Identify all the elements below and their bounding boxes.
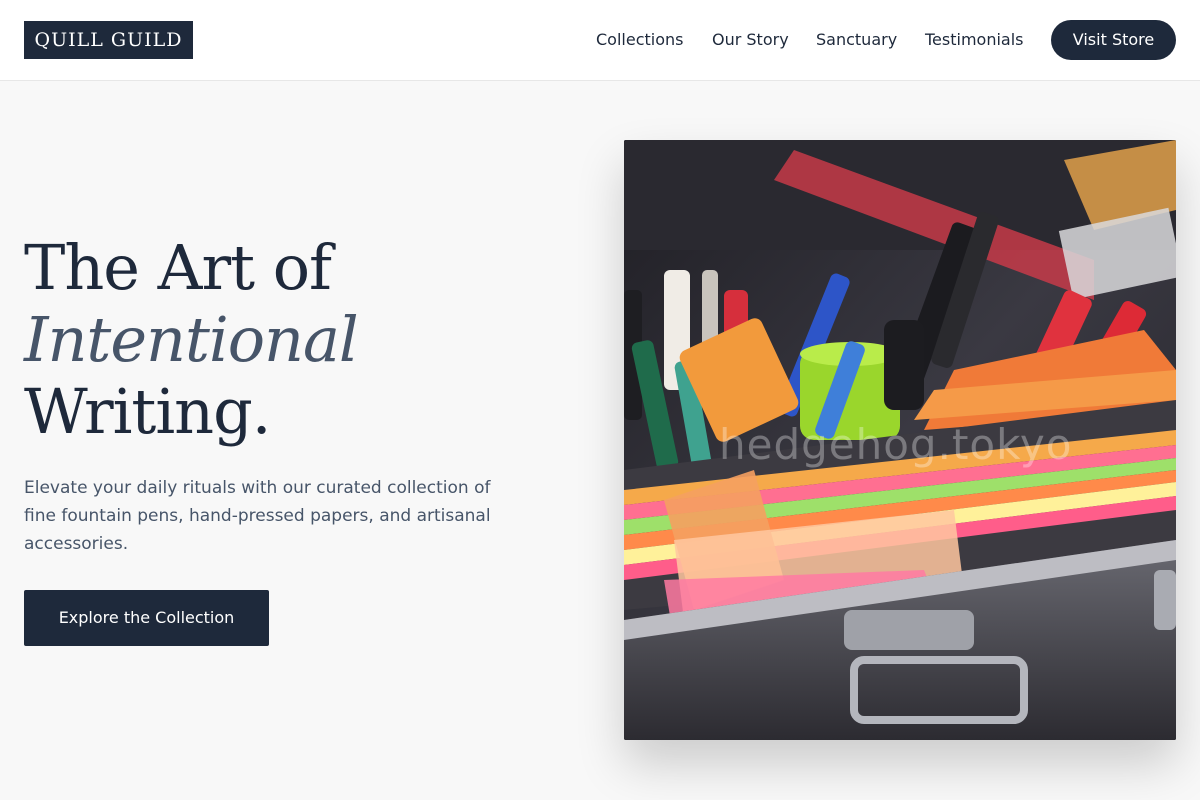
visit-store-button[interactable]: Visit Store <box>1051 20 1176 60</box>
hero-description: Elevate your daily rituals with our cura… <box>24 478 491 554</box>
nav-item-our-story[interactable]: Our Story <box>712 29 789 51</box>
hero-title-line-2: Intentional <box>24 303 359 376</box>
explore-collection-button[interactable]: Explore the Collection <box>24 590 269 646</box>
brand-logo[interactable]: QUILL GUILD <box>24 21 193 59</box>
site-header: QUILL GUILD Collections Our Story Sanctu… <box>0 0 1200 81</box>
nav-item-collections[interactable]: Collections <box>596 29 683 51</box>
nav-item-testimonials[interactable]: Testimonials <box>925 29 1024 51</box>
hero-title-line-1: The Art of <box>24 231 332 304</box>
hero-title: The Art of Intentional Writing. <box>24 231 359 448</box>
image-watermark: hedgehog.tokyo <box>719 420 1073 469</box>
stationery-photo: hedgehog.tokyo <box>624 140 1176 740</box>
hero-title-line-3: Writing. <box>24 375 271 448</box>
nav-item-sanctuary[interactable]: Sanctuary <box>816 29 897 51</box>
